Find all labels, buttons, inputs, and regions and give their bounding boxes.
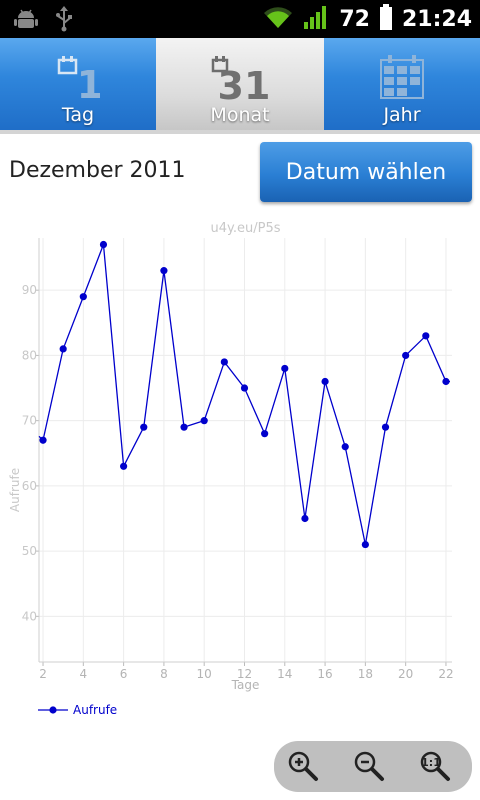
data-point: [39, 436, 47, 444]
calendar-month-icon: 31: [210, 54, 270, 108]
clock: 21:24: [401, 6, 472, 32]
wifi-icon: [263, 4, 293, 34]
battery-level: 72: [339, 6, 370, 32]
chart-title: u4y.eu/P5s: [211, 221, 281, 236]
month-label: Dezember 2011: [9, 158, 186, 183]
tab-tag-label: Tag: [61, 104, 95, 126]
tab-monat[interactable]: 31 Monat: [156, 38, 324, 134]
svg-text:1:1: 1:1: [421, 756, 441, 769]
data-point: [120, 462, 128, 470]
x-tick-label: 22: [438, 667, 453, 681]
x-tick-label: 10: [197, 667, 212, 681]
usb-icon: [54, 6, 74, 36]
data-point: [442, 377, 450, 386]
data-point: [261, 430, 269, 438]
monat-icon-number: 31: [218, 64, 270, 102]
legend-marker: [49, 706, 57, 714]
data-point: [59, 345, 67, 353]
zoom-reset-icon[interactable]: 1:1: [418, 749, 452, 783]
x-tick-label: 18: [358, 667, 373, 681]
x-tick-label: 14: [277, 667, 292, 681]
data-point: [160, 267, 168, 275]
tab-monat-label: Monat: [210, 104, 270, 126]
tab-jahr[interactable]: Jahr: [324, 38, 480, 134]
legend-label: Aufrufe: [73, 703, 117, 717]
y-tick-label: 80: [22, 348, 37, 362]
data-point: [422, 332, 430, 340]
signal-icon: [303, 4, 329, 34]
calendar-year-icon: [379, 54, 425, 104]
calendar-day-icon: 1: [56, 54, 103, 107]
data-point: [200, 417, 208, 425]
data-point: [180, 423, 188, 431]
zoom-controls: 1:1: [274, 741, 472, 792]
data-point: [240, 384, 249, 392]
data-point: [140, 423, 148, 431]
battery-icon: [379, 4, 392, 34]
android-debug-icon: [14, 8, 38, 34]
zoom-out-icon[interactable]: [352, 749, 386, 783]
zoom-in-icon[interactable]: [286, 749, 320, 783]
status-bar: 72 21:24: [0, 0, 480, 38]
data-point: [281, 364, 289, 373]
data-point: [402, 351, 410, 360]
data-point: [361, 540, 369, 549]
tag-icon-number: 1: [77, 63, 100, 102]
tab-jahr-label: Jahr: [383, 104, 421, 126]
period-tabs: 1 Tag 31 Monat Jahr: [0, 38, 480, 134]
data-point: [381, 423, 390, 431]
views-line-chart: u4y.eu/P5s2 4 6 8 10 12 14 16 18 20 22405060708090…: [8, 221, 454, 717]
y-tick-label: 90: [22, 283, 37, 297]
y-tick-label: 70: [22, 414, 37, 428]
x-tick-label: 4: [80, 667, 88, 681]
tab-bar-edge: [0, 130, 480, 134]
choose-date-button[interactable]: Datum wählen: [260, 142, 472, 202]
x-axis-label: Tage: [231, 678, 260, 692]
x-tick-label: 20: [398, 667, 413, 681]
y-tick-label: 50: [22, 544, 37, 558]
y-tick-label: 40: [22, 609, 37, 623]
data-point: [79, 293, 87, 301]
x-tick-label: 6: [120, 667, 128, 681]
tab-tag[interactable]: 1 Tag: [0, 38, 156, 134]
x-tick-label: 16: [317, 667, 332, 681]
y-axis-label: Aufrufe: [8, 468, 22, 512]
data-point: [321, 377, 329, 386]
x-tick-label: 2: [39, 667, 47, 681]
data-point: [99, 240, 108, 249]
data-point: [301, 514, 309, 523]
x-tick-label: 8: [160, 667, 168, 681]
y-tick-label: 60: [22, 479, 37, 493]
data-point: [220, 358, 228, 366]
data-point: [341, 443, 349, 451]
